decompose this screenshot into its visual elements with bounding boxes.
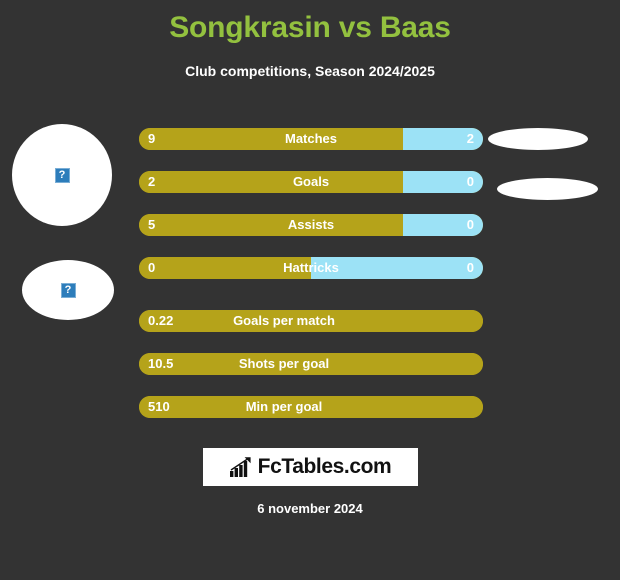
stat-row: 9 Matches 2 — [139, 128, 483, 150]
stat-label: Min per goal — [245, 399, 323, 414]
stat-row: 2 Goals 0 — [139, 171, 483, 193]
stat-row: 510 Min per goal — [139, 396, 483, 418]
stat-row: 5 Assists 0 — [139, 214, 483, 236]
broken-image-icon: ? — [60, 282, 76, 298]
stat-label: Hattricks — [283, 260, 339, 275]
fctables-logo[interactable]: FcTables.com — [203, 448, 418, 486]
avatar-home: ? — [12, 124, 112, 226]
date-label: 6 november 2024 — [257, 501, 363, 516]
stat-value-away: 2 — [466, 131, 474, 146]
page-subtitle: Club competitions, Season 2024/2025 — [185, 63, 435, 79]
stat-row: 0.22 Goals per match — [139, 310, 483, 332]
bar-chart-icon — [229, 457, 251, 477]
stat-label: Shots per goal — [238, 356, 330, 371]
stat-row: 0 Hattricks 0 — [139, 257, 483, 279]
logo-text: FcTables.com — [257, 455, 392, 478]
stats-comparison-card: Songkrasin vs Baas Club competitions, Se… — [0, 0, 620, 580]
stat-value-away: 0 — [466, 217, 474, 232]
avatar-away: ? — [22, 260, 114, 320]
stat-value-away: 0 — [466, 260, 474, 275]
page-title: Songkrasin vs Baas — [169, 11, 451, 44]
stat-value-away: 0 — [466, 174, 474, 189]
stat-row: 10.5 Shots per goal — [139, 353, 483, 375]
stat-label: Goals per match — [233, 313, 335, 328]
avatar-placeholder-ellipse-top — [488, 128, 588, 150]
avatar-placeholder-ellipse-bottom — [497, 178, 598, 200]
stat-label: Goals — [292, 174, 330, 189]
broken-image-icon: ? — [54, 167, 70, 183]
stat-label: Assists — [287, 217, 335, 232]
stat-label: Matches — [284, 131, 338, 146]
